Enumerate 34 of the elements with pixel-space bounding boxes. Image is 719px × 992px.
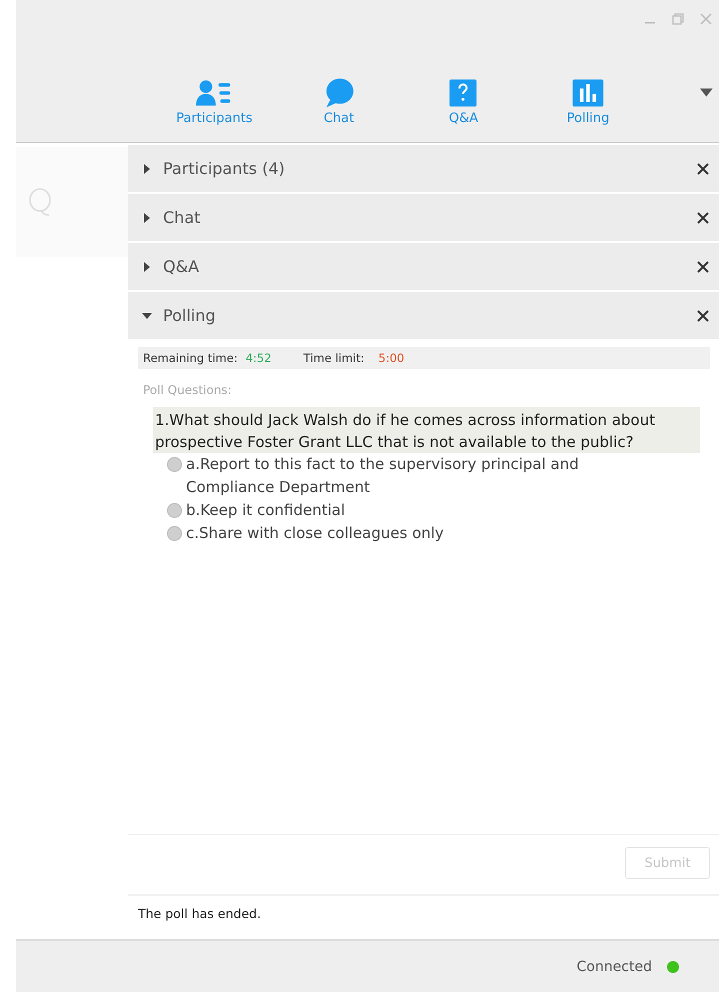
radio-button[interactable] — [167, 457, 182, 472]
people-list-icon[interactable] — [196, 78, 232, 108]
close-icon[interactable] — [697, 260, 709, 272]
expanded-caret-icon — [142, 310, 152, 320]
option-label[interactable]: c.Share with close colleagues only — [186, 522, 444, 545]
section-header[interactable]: Polling — [128, 292, 719, 339]
close-icon[interactable] — [697, 162, 709, 174]
restore-icon[interactable] — [671, 12, 685, 26]
limit-label: Time limit: — [303, 351, 364, 365]
dropdown-caret-icon[interactable] — [700, 88, 714, 98]
radio-button[interactable] — [167, 503, 182, 518]
poll-status: The poll has ended. — [138, 905, 262, 923]
remaining-time: 4:52 — [246, 351, 272, 365]
poll-questions-label: Poll Questions: — [143, 383, 233, 397]
section-title: Participants (4) — [163, 159, 286, 178]
section-header[interactable]: Participants (4) — [128, 145, 719, 192]
radio-button[interactable] — [167, 526, 182, 541]
option-label[interactable]: b.Keep it confidential — [186, 499, 345, 522]
close-icon[interactable] — [697, 212, 709, 224]
section-title: Polling — [163, 306, 216, 325]
collapsed-caret-icon — [142, 164, 152, 174]
connection-status: Connected — [576, 958, 652, 974]
bar-chart-icon[interactable] — [570, 78, 606, 108]
faint-ring-icon — [28, 187, 52, 217]
collapsed-caret-icon — [142, 212, 152, 222]
time-limit: 5:00 — [378, 351, 404, 365]
section-header[interactable]: Q&A — [128, 243, 719, 290]
section-title: Chat — [163, 208, 202, 227]
section-title: Q&A — [163, 257, 200, 276]
section-header[interactable]: Chat — [128, 194, 719, 241]
remaining-label: Remaining time: — [143, 351, 238, 365]
close-icon[interactable] — [697, 310, 709, 322]
collapsed-caret-icon — [142, 262, 152, 272]
question-text: 1.What should Jack Walsh do if he comes across information about prospective Foster Grant LLC that is not available to the public? — [153, 407, 700, 453]
